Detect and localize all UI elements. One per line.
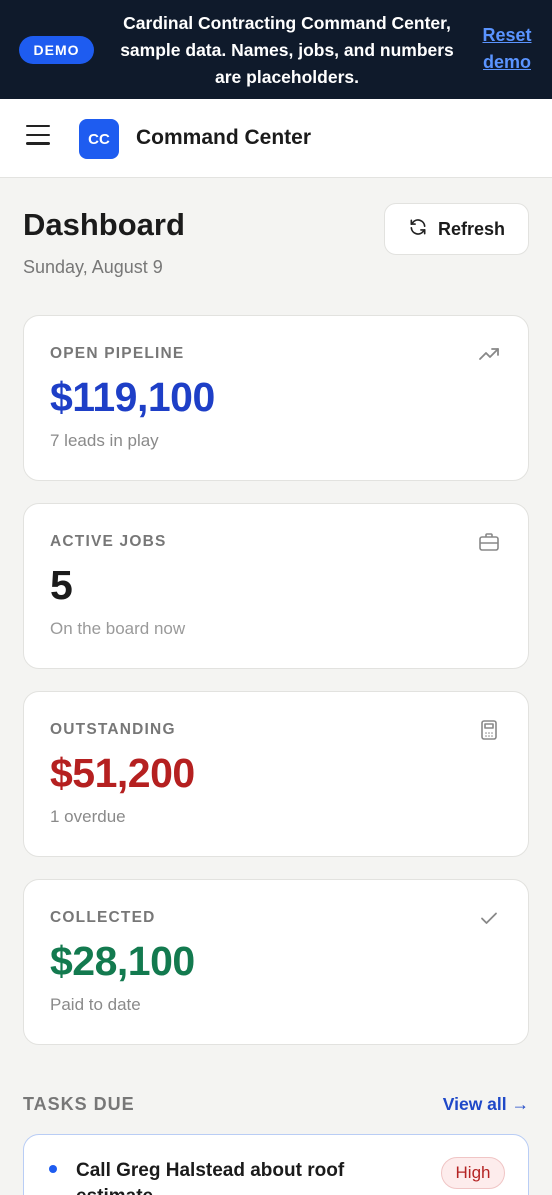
task-title: Call Greg Halstead about roof estimate <box>76 1160 345 1195</box>
app-logo[interactable]: CC <box>79 119 119 159</box>
task-item[interactable]: Call Greg Halstead about roof estimate H… <box>23 1134 529 1195</box>
check-icon <box>477 906 501 930</box>
priority-badge: High <box>441 1157 505 1189</box>
stat-card-value: $28,100 <box>50 938 195 984</box>
demo-badge: DEMO <box>19 36 94 64</box>
demo-banner-text: Cardinal Contracting Command Center, sam… <box>120 13 454 87</box>
stat-card-active-jobs[interactable]: ACTIVE JOBS 5 On the board now <box>23 503 529 669</box>
hamburger-menu-icon[interactable] <box>26 125 50 145</box>
stat-card-label: OPEN PIPELINE <box>50 345 185 362</box>
stat-card-subtext: 1 overdue <box>50 807 126 826</box>
stat-card-collected[interactable]: COLLECTED $28,100 Paid to date <box>23 879 529 1045</box>
stat-card-outstanding[interactable]: OUTSTANDING $51,200 1 overdue <box>23 691 529 857</box>
calculator-icon <box>477 718 501 742</box>
stat-card-subtext: On the board now <box>50 619 186 638</box>
demo-banner: DEMO Cardinal Contracting Command Center… <box>0 0 552 99</box>
stat-card-open-pipeline[interactable]: OPEN PIPELINE $119,100 7 leads in play <box>23 315 529 481</box>
stat-card-label: OUTSTANDING <box>50 721 176 738</box>
tasks-due-heading: TASKS DUE <box>23 1094 135 1114</box>
trending-up-icon <box>477 342 501 366</box>
view-all-tasks-link[interactable]: View all → <box>443 1094 529 1115</box>
stat-card-subtext: 7 leads in play <box>50 431 159 450</box>
app-header: CC Command Center <box>0 99 552 178</box>
stat-card-label: ACTIVE JOBS <box>50 533 167 550</box>
task-status-dot <box>49 1165 57 1173</box>
page-title: Dashboard <box>23 207 185 242</box>
stat-card-subtext: Paid to date <box>50 995 141 1014</box>
stat-card-value: $119,100 <box>50 374 215 420</box>
refresh-icon <box>408 217 428 242</box>
stat-card-label: COLLECTED <box>50 909 156 926</box>
refresh-button[interactable]: Refresh <box>384 203 529 255</box>
briefcase-icon <box>477 530 501 554</box>
page-date: Sunday, August 9 <box>23 257 163 277</box>
reset-demo-link[interactable]: Reset demo <box>478 22 536 76</box>
stat-card-value: $51,200 <box>50 750 195 796</box>
app-title: Command Center <box>136 126 312 149</box>
refresh-label: Refresh <box>437 218 506 239</box>
stat-card-value: 5 <box>50 562 73 608</box>
